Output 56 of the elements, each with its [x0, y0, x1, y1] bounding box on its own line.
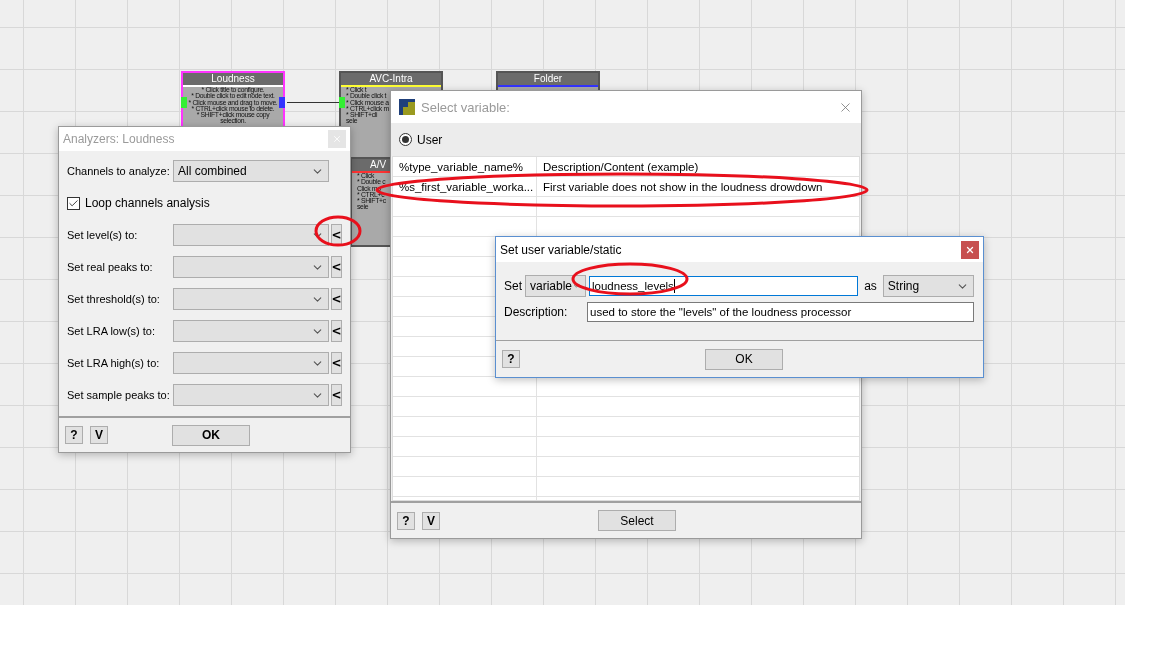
name-input[interactable]: loudness_levels — [589, 276, 859, 296]
type-dropdown[interactable]: String — [882, 275, 974, 297]
description-input[interactable]: used to store the "levels" of the loudness processor — [587, 302, 974, 322]
node-title[interactable]: Folder — [498, 73, 598, 87]
kind-dropdown[interactable]: variable — [525, 275, 586, 297]
insert-variable-button[interactable]: < — [331, 352, 342, 374]
table-cell[interactable]: First variable does not show in the loudness drowdown — [537, 177, 859, 197]
field-label: Set LRA low(s) to: — [67, 325, 157, 337]
insert-variable-button[interactable]: < — [331, 384, 342, 406]
app-logo-icon — [399, 99, 415, 115]
radio-label: User — [417, 132, 443, 147]
value-dropdown[interactable] — [173, 224, 329, 246]
footer-button[interactable]: ? — [397, 511, 415, 530]
footer-button[interactable]: ? — [65, 426, 83, 444]
output-port[interactable] — [279, 97, 285, 108]
field-label: Set — [504, 279, 522, 293]
footer-button[interactable]: V — [422, 511, 440, 530]
insert-variable-button[interactable]: < — [331, 224, 342, 246]
field-label: Set LRA high(s) to: — [67, 357, 161, 369]
field-label: Set sample peaks to: — [67, 389, 171, 401]
field-label: Channels to analyze: — [67, 165, 171, 177]
node-title[interactable]: AVC-Intra — [341, 73, 441, 87]
connector-line — [287, 102, 339, 103]
insert-variable-button[interactable]: < — [331, 256, 342, 278]
close-icon[interactable] — [965, 244, 975, 255]
value-dropdown[interactable] — [173, 288, 329, 310]
annotation-ellipse — [314, 215, 362, 247]
insert-variable-button[interactable]: < — [331, 320, 342, 342]
table-cell[interactable]: Description/Content (example) — [537, 157, 859, 177]
value-dropdown[interactable] — [173, 256, 329, 278]
help-button[interactable]: ? — [502, 350, 520, 368]
radio-button[interactable] — [399, 133, 412, 146]
field-label: Set real peaks to: — [67, 261, 154, 273]
ok-button[interactable]: OK — [705, 348, 783, 370]
window-title: Analyzers: Loudness — [63, 132, 176, 146]
insert-variable-button[interactable]: < — [331, 288, 342, 310]
field-label: Set threshold(s) to: — [67, 293, 161, 305]
table-cell[interactable]: %s_first_variable_worka... — [393, 177, 537, 197]
value-dropdown[interactable] — [173, 384, 329, 406]
footer-button[interactable]: V — [90, 426, 108, 444]
checkbox-label: Loop channels analysis — [85, 196, 210, 210]
window-title: Set user variable/static — [500, 242, 623, 257]
field-label: Description: — [504, 305, 569, 319]
value-dropdown[interactable] — [173, 320, 329, 342]
channels-dropdown[interactable]: All combined — [173, 160, 329, 182]
window-title: Select variable: — [421, 99, 511, 115]
field-label: as — [864, 279, 877, 293]
field-label: Set level(s) to: — [67, 229, 139, 241]
node-title[interactable]: Loudness — [183, 73, 283, 87]
close-button[interactable] — [961, 240, 979, 259]
checkbox[interactable] — [67, 196, 80, 210]
value-dropdown[interactable] — [173, 352, 329, 374]
input-port[interactable] — [181, 97, 187, 108]
ok-button[interactable]: OK — [172, 424, 250, 446]
input-port[interactable] — [339, 97, 345, 108]
select-button[interactable]: Select — [598, 510, 676, 531]
